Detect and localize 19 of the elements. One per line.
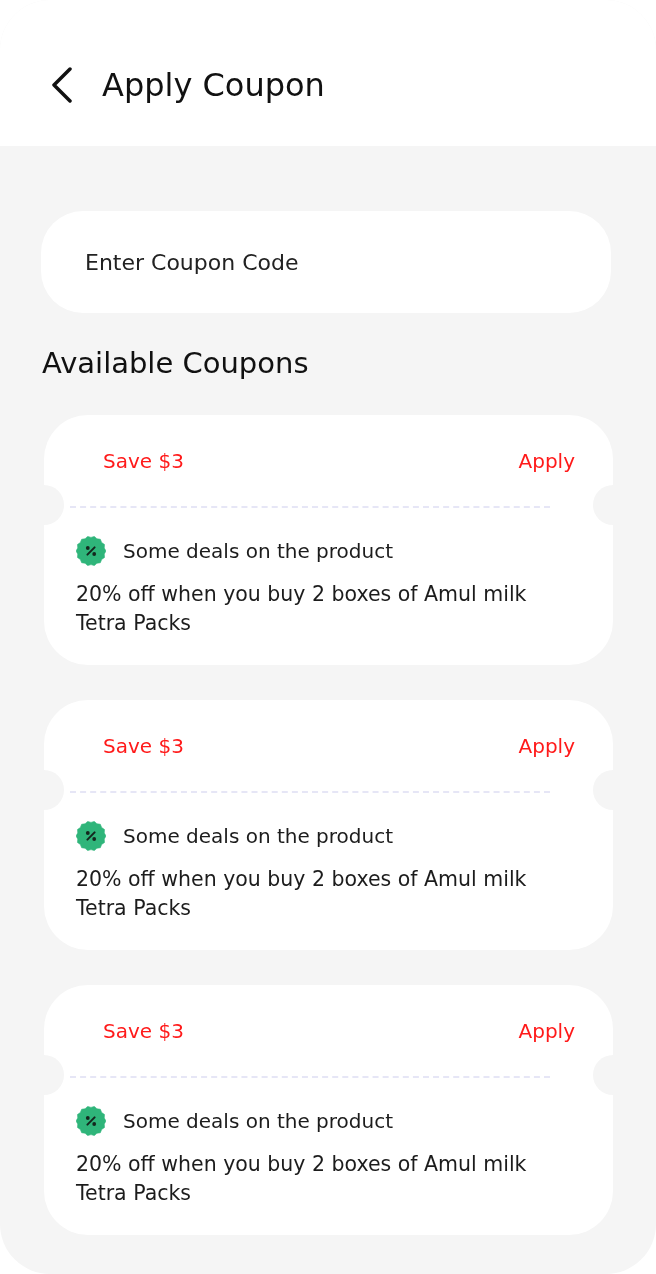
apply-button[interactable]: Apply [518, 1016, 575, 1046]
deal-title: Some deals on the product [123, 538, 394, 565]
page-title: Apply Coupon [102, 65, 325, 105]
percent-badge-icon [76, 536, 106, 566]
percent-badge-icon [76, 821, 106, 851]
apply-button[interactable]: Apply [518, 446, 575, 476]
percent-badge-icon [76, 1106, 106, 1136]
section-heading: Available Coupons [42, 345, 310, 381]
apply-button[interactable]: Apply [518, 731, 575, 761]
deal-description: 20% off when you buy 2 boxes of Amul milk Tetra Packs [76, 866, 528, 922]
savings-label: Save $3 [103, 1018, 184, 1045]
deal-title: Some deals on the product [123, 1108, 394, 1135]
coupon-code-field[interactable]: Enter Coupon Code [41, 211, 611, 313]
savings-label: Save $3 [103, 448, 184, 475]
deal-description: 20% off when you buy 2 boxes of Amul milk Tetra Packs [76, 1151, 528, 1207]
savings-label: Save $3 [103, 733, 184, 760]
deal-title: Some deals on the product [123, 823, 394, 850]
deal-description: 20% off when you buy 2 boxes of Amul milk Tetra Packs [76, 581, 528, 637]
chevron-left-icon [51, 67, 73, 103]
